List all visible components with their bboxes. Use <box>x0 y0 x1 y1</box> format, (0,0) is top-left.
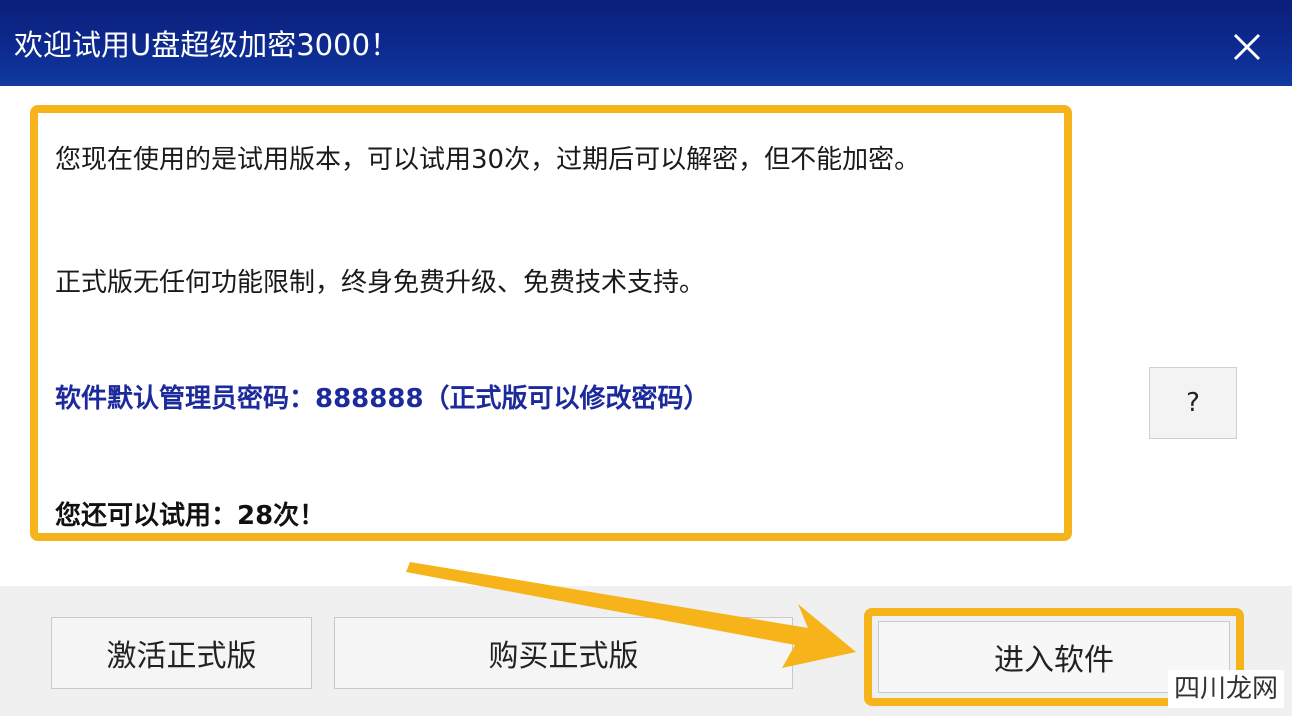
window-title: 欢迎试用U盘超级加密3000！ <box>14 28 400 62</box>
close-button[interactable] <box>1222 22 1272 72</box>
title-bar: 欢迎试用U盘超级加密3000！ <box>0 0 1292 86</box>
watermark: 四川龙网 <box>1168 670 1285 708</box>
message-highlight-box <box>30 105 1072 541</box>
buy-full-version-button[interactable]: 购买正式版 <box>334 617 793 689</box>
close-icon <box>1233 33 1261 61</box>
help-button[interactable]: ? <box>1149 367 1237 439</box>
activate-full-version-button[interactable]: 激活正式版 <box>51 617 312 689</box>
